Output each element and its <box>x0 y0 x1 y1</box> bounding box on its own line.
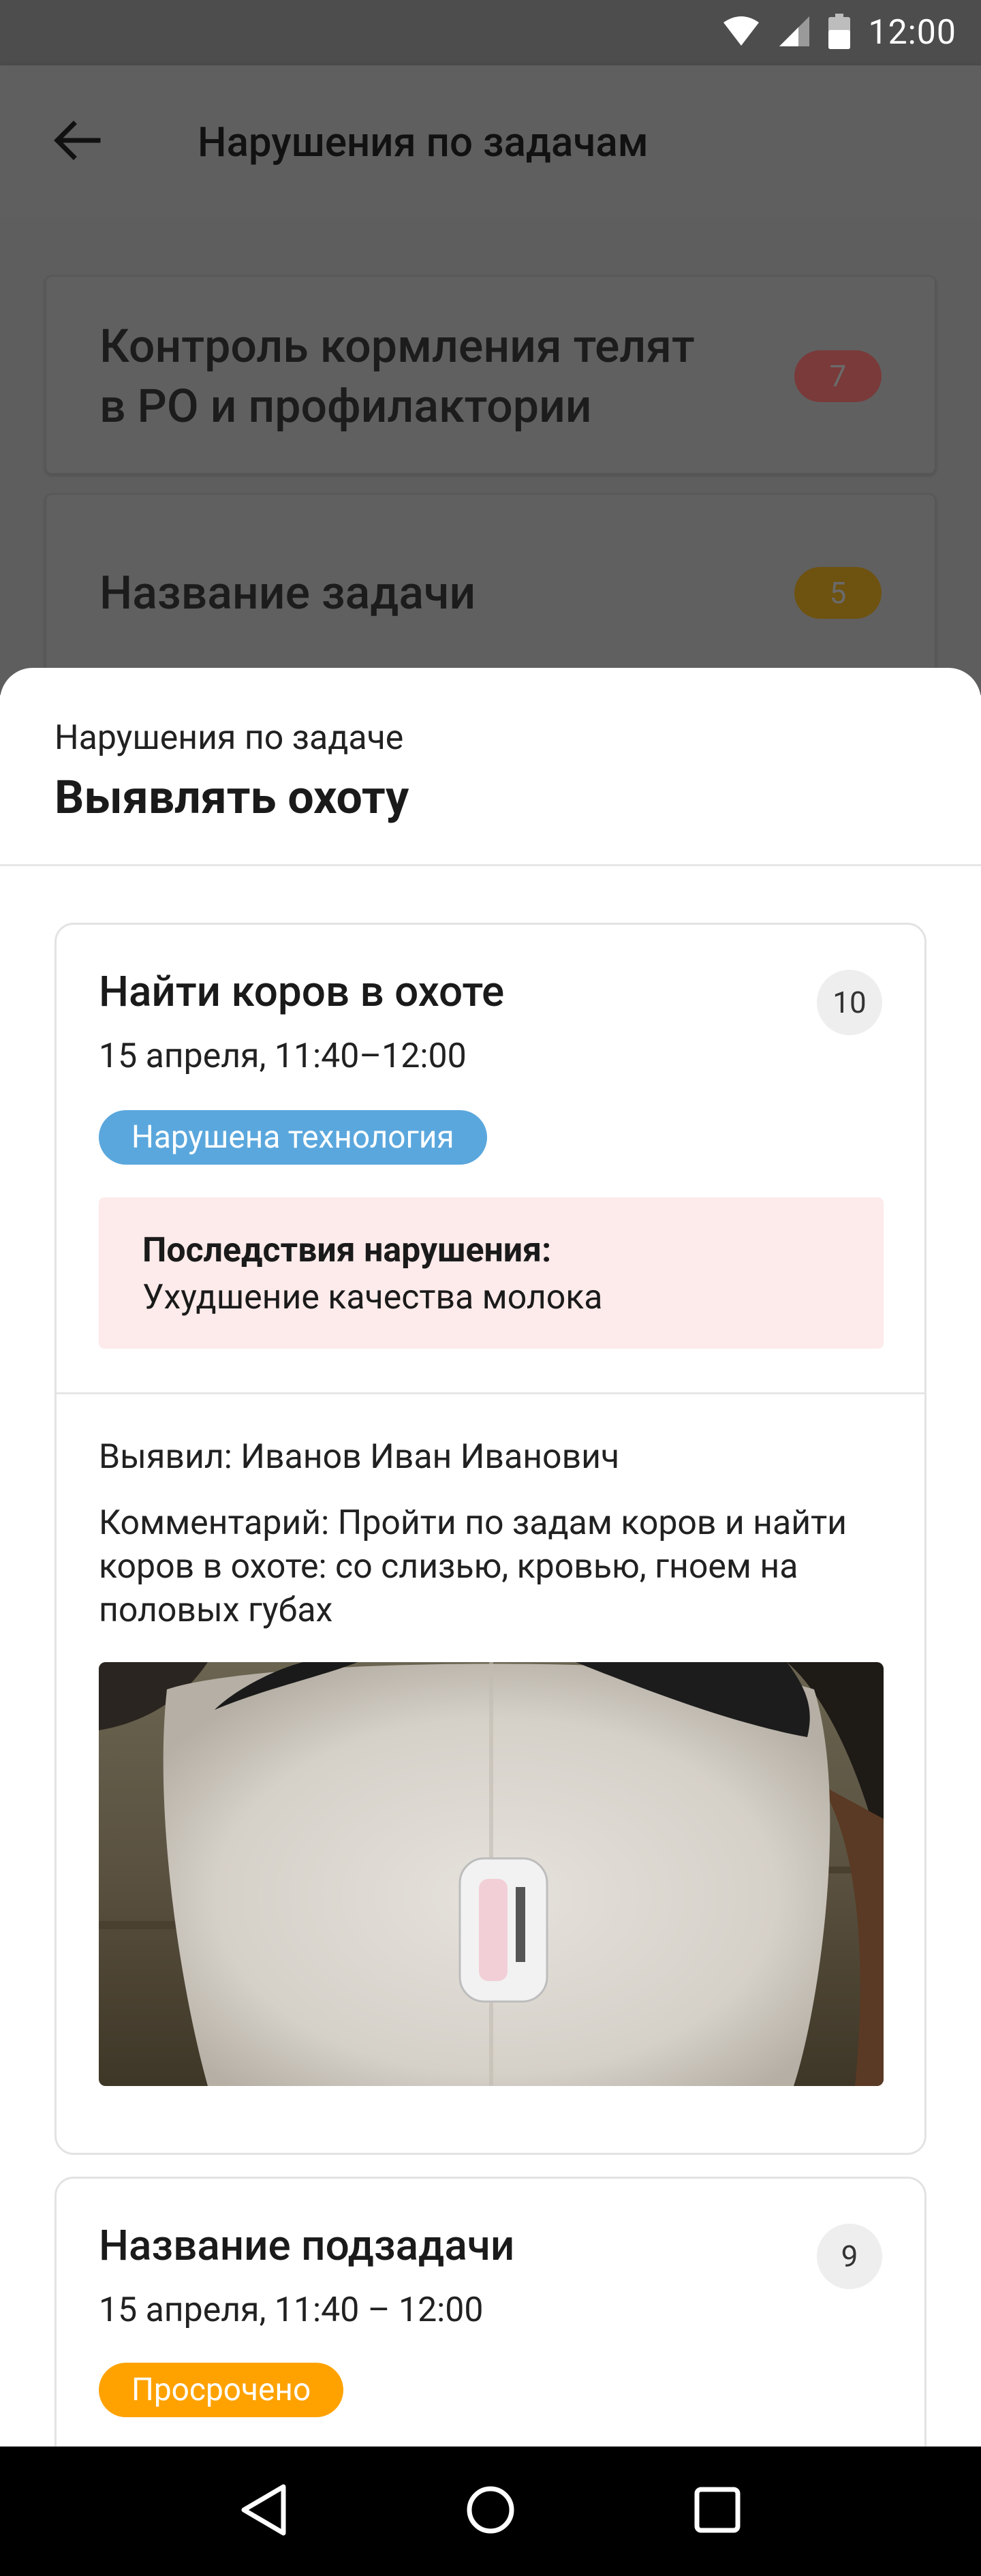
status-time: 12:00 <box>868 13 956 52</box>
subtask-title: Название подзадачи <box>99 2221 515 2271</box>
cow-back-with-sensor-photo <box>99 1662 884 2086</box>
subtask-title: Найти коров в охоте <box>99 967 505 1017</box>
battery-icon <box>828 14 851 52</box>
task-list-background: Контроль кормления телят в РО и профилак… <box>0 218 981 698</box>
system-nav-bar <box>0 2447 981 2576</box>
home-circle-icon <box>466 2485 515 2537</box>
detected-by: Выявил: Иванов Иван Иванович <box>99 1437 620 1477</box>
consequence-value: Ухудшение качества молока <box>142 1278 603 1317</box>
task-title-line: в РО и профилактории <box>99 379 592 433</box>
violations-bottom-sheet: Нарушения по задаче Выявлять охоту Найти… <box>0 668 981 2447</box>
violation-count-badge: 5 <box>794 567 882 619</box>
wifi-icon <box>722 16 760 50</box>
task-title: Контроль кормления телят в РО и профилак… <box>99 316 695 436</box>
consequence-label: Последствия нарушения: <box>142 1231 552 1270</box>
back-triangle-icon <box>240 2484 287 2539</box>
nav-back-button[interactable] <box>223 2470 305 2552</box>
violation-card[interactable]: Название подзадачи 9 15 апреля, 11:40 – … <box>54 2177 926 2447</box>
task-card[interactable]: Контроль кормления телят в РО и профилак… <box>45 275 936 474</box>
subtask-time: 15 апреля, 11:40–12:00 <box>99 1037 467 1076</box>
nav-home-button[interactable] <box>450 2470 531 2552</box>
task-title-line: Контроль кормления телят <box>99 319 695 373</box>
task-card[interactable]: Название задачи 5 <box>45 493 936 698</box>
subtask-time: 15 апреля, 11:40 – 12:00 <box>99 2290 484 2330</box>
violation-count-badge: 7 <box>794 350 882 402</box>
status-icons: 12:00 <box>722 0 956 65</box>
signal-icon <box>778 15 811 50</box>
consequence-box: Последствия нарушения: Ухудшение качеств… <box>99 1197 884 1349</box>
task-title: Название задачи <box>99 566 476 620</box>
comment-text: Комментарий: Пройти по задам коров и най… <box>99 1503 847 1630</box>
count-badge: 10 <box>817 970 882 1035</box>
app-bar: Нарушения по задачам <box>0 65 981 218</box>
status-bar: 12:00 <box>0 0 981 65</box>
sheet-subtitle: Нарушения по задаче <box>54 718 404 758</box>
back-button[interactable] <box>48 113 105 170</box>
arrow-left-icon <box>52 120 101 164</box>
status-badge: Нарушена технология <box>99 1110 487 1165</box>
violation-card[interactable]: Найти коров в охоте 10 15 апреля, 11:40–… <box>54 923 926 2155</box>
violation-photo[interactable] <box>99 1662 884 2086</box>
status-badge: Просрочено <box>99 2363 344 2417</box>
count-badge: 9 <box>817 2224 882 2289</box>
divider <box>57 1392 924 1394</box>
sheet-title: Выявлять охоту <box>54 770 409 825</box>
page-title: Нарушения по задачам <box>198 117 649 166</box>
divider <box>0 864 981 866</box>
recents-square-icon <box>694 2487 741 2536</box>
nav-recents-button[interactable] <box>676 2470 758 2552</box>
